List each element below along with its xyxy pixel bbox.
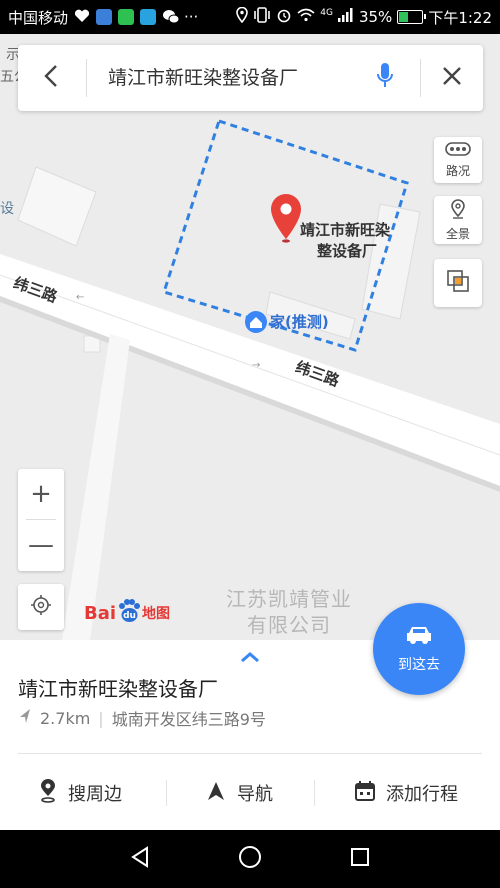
circle-home-icon	[238, 845, 262, 873]
traffic-button[interactable]: 路况	[434, 137, 482, 183]
search-bar: 靖江市新旺染整设备厂	[18, 45, 483, 111]
voice-search-button[interactable]	[352, 45, 418, 111]
go-here-label: 到这去	[398, 657, 440, 673]
road-weisan	[0, 254, 500, 486]
watermark-line: 江苏凯靖管业	[226, 587, 352, 611]
status-bar: 中国移动 ··· 4G 35% 下午1:22	[0, 0, 500, 34]
back-button[interactable]	[18, 45, 84, 111]
navigate-button[interactable]: 导航	[205, 770, 273, 816]
map-watermark: 江苏凯靖管业 有限公司	[226, 586, 352, 638]
paw-app-icon	[96, 9, 113, 25]
expand-chevron-icon[interactable]	[239, 648, 261, 667]
battery-percent: 35%	[358, 8, 393, 26]
home-label[interactable]: 家(推测)	[270, 312, 329, 333]
paw-logo-text: du	[123, 611, 136, 621]
battery-icon	[397, 10, 427, 24]
close-icon	[441, 65, 463, 91]
destination-marker-icon	[271, 194, 301, 239]
add-trip-label: 添加行程	[386, 784, 458, 805]
locate-icon	[30, 594, 52, 620]
search-nearby-button[interactable]: 搜周边	[38, 770, 122, 816]
zoom-out-button[interactable]: —	[18, 520, 64, 570]
navigate-label: 导航	[237, 784, 273, 805]
carrier-label: 中国移动	[8, 8, 69, 27]
watermark-line: 有限公司	[247, 613, 331, 637]
place-title: 靖江市新旺染整设备厂	[18, 677, 218, 701]
zoom-in-button[interactable]: +	[18, 469, 64, 519]
wechat-icon	[162, 9, 180, 25]
go-here-button[interactable]: 到这去	[373, 603, 465, 695]
triangle-back-icon	[130, 846, 150, 872]
add-trip-button[interactable]: 添加行程	[354, 770, 458, 816]
map-view[interactable]: ← → 示广 五公 设 纬三路 纬三路 靖江市新旺染 整设备厂 家(推测) 江苏…	[0, 34, 500, 640]
zoom-controls: + —	[18, 469, 64, 571]
alarm-icon	[276, 7, 292, 27]
poi-label-line: 靖江市新旺染	[300, 221, 391, 239]
layers-icon	[446, 269, 470, 297]
search-nearby-label: 搜周边	[68, 784, 122, 805]
paw-logo-icon: du	[116, 598, 142, 628]
map-canvas: ← →	[0, 119, 500, 640]
telegram-app-icon	[140, 9, 157, 25]
recents-nav-button[interactable]	[330, 830, 390, 888]
direction-arrow: ←	[76, 292, 84, 303]
road-center-line	[0, 274, 500, 456]
traffic-icon	[445, 141, 471, 160]
clock: 下午1:22	[428, 8, 492, 27]
panorama-icon	[450, 198, 466, 223]
building-block	[17, 166, 97, 247]
navigation-arrow-icon	[205, 780, 227, 807]
clear-search-button[interactable]	[419, 45, 485, 111]
car-icon	[404, 624, 434, 650]
poi-label-line: 整设备厂	[317, 242, 378, 260]
panorama-label: 全景	[445, 226, 470, 241]
edge-label: 设	[0, 201, 14, 217]
system-nav-bar	[0, 830, 500, 888]
panorama-button[interactable]: 全景	[434, 196, 482, 244]
vibrate-icon	[253, 7, 271, 27]
distance-text: 2.7km	[40, 708, 91, 728]
network-type-label: 4G	[320, 8, 333, 18]
microphone-icon	[376, 62, 394, 94]
traffic-label: 路况	[445, 164, 470, 178]
back-nav-button[interactable]	[110, 830, 170, 888]
place-info-row: 2.7km | 城南开发区纬三路9号	[18, 706, 266, 730]
poi-label[interactable]: 靖江市新旺染 整设备厂	[300, 220, 390, 262]
layers-button[interactable]	[434, 259, 482, 307]
distance-arrow-icon	[18, 708, 32, 728]
search-input[interactable]: 靖江市新旺染整设备厂	[108, 45, 298, 111]
my-location-button[interactable]	[18, 584, 64, 630]
calendar-icon	[354, 780, 376, 807]
health-app-icon	[74, 9, 90, 25]
square-recents-icon	[350, 847, 370, 871]
browser-app-icon	[118, 9, 135, 25]
side-road	[62, 334, 130, 640]
back-arrow-icon	[43, 64, 59, 92]
baidu-map-logo: Bai du 地图	[84, 598, 170, 628]
wifi-icon	[297, 8, 315, 26]
home-nav-button[interactable]	[220, 830, 280, 888]
location-icon	[236, 6, 249, 27]
map-pin-icon	[38, 778, 58, 808]
more-notifications-icon: ···	[184, 8, 199, 26]
direction-arrow: →	[252, 360, 260, 371]
address-text: 城南开发区纬三路9号	[111, 710, 266, 729]
signal-icon	[337, 8, 354, 26]
